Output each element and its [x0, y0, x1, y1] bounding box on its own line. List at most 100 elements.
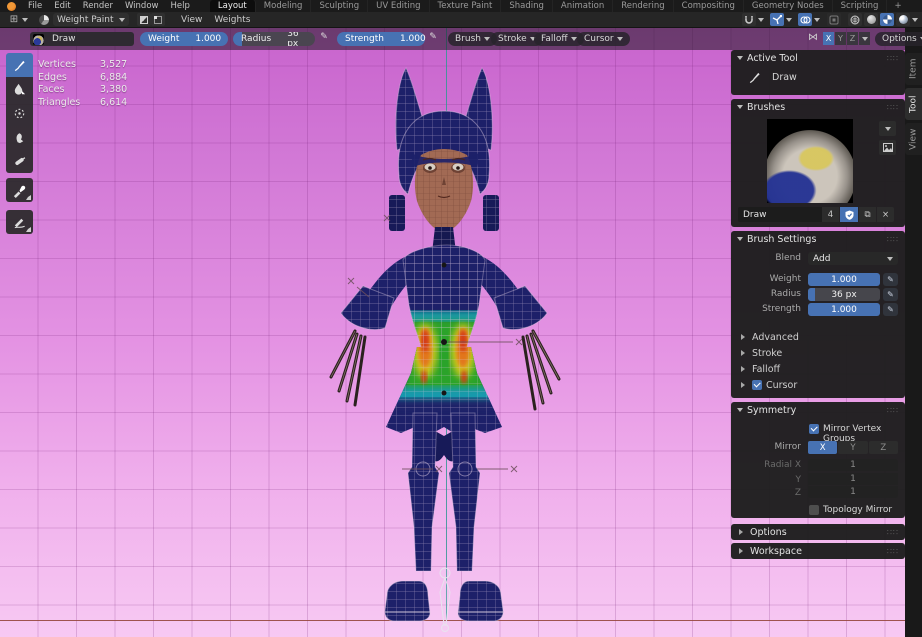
blender-logo-icon[interactable] [7, 2, 16, 11]
radius-slider[interactable]: Radius 36 px [233, 32, 315, 46]
workspace-tab-sculpting[interactable]: Sculpting [311, 0, 368, 12]
brush-user-count[interactable]: 4 [822, 207, 839, 222]
sidebar-tab-view[interactable]: View [905, 123, 922, 155]
symmetry-z-button[interactable]: Z [847, 32, 858, 45]
cursor-popover[interactable]: Cursor [577, 32, 630, 46]
radial-x-value[interactable]: 1 [808, 459, 898, 471]
xray-toggle[interactable] [827, 13, 841, 26]
menu-window[interactable]: Window [119, 1, 165, 11]
workspace-tab-scripting[interactable]: Scripting [833, 0, 888, 12]
sidebar-tab-item[interactable]: Item [905, 53, 922, 85]
panel-strength-slider[interactable]: 1.000 [808, 303, 880, 316]
menu-weights[interactable]: Weights [208, 15, 256, 25]
subsection-cursor[interactable]: Cursor [731, 377, 905, 393]
chevron-down-icon[interactable] [786, 18, 792, 25]
tool-annotate[interactable] [6, 210, 33, 234]
tool-gradient[interactable] [6, 149, 33, 173]
mirror-x-button[interactable]: X [808, 441, 837, 454]
symmetry-x-button[interactable]: X [823, 32, 834, 45]
radius-pressure-toggle[interactable]: ✎ [883, 288, 898, 301]
weight-paint-character-mesh[interactable] [297, 55, 597, 637]
panel-weight-slider[interactable]: 1.000 [808, 273, 880, 286]
subsection-falloff[interactable]: Falloff [731, 361, 905, 377]
radial-z-value[interactable]: 1 [808, 486, 898, 498]
grip-icon[interactable]: ∷∷ [887, 235, 899, 244]
fake-user-shield-button[interactable] [840, 207, 858, 222]
brush-image-button[interactable] [879, 140, 896, 155]
topology-mirror-checkbox[interactable] [809, 505, 819, 515]
armature-bone[interactable] [440, 568, 450, 632]
symmetry-y-button[interactable]: Y [835, 32, 846, 45]
workspace-tab-shading[interactable]: Shading [501, 0, 553, 12]
grip-icon[interactable]: ∷∷ [887, 547, 899, 556]
blend-dropdown[interactable]: Add [808, 252, 898, 265]
panel-options[interactable]: Options ∷∷ [731, 524, 905, 540]
gizmos-toggle[interactable] [770, 13, 784, 26]
grip-icon[interactable]: ∷∷ [887, 103, 899, 112]
menu-help[interactable]: Help [164, 1, 195, 11]
workspace-tab-geometry-nodes[interactable]: Geometry Nodes [744, 0, 833, 12]
chevron-down-icon[interactable] [758, 18, 764, 25]
cursor-checkbox[interactable] [752, 380, 762, 390]
panel-radius-slider[interactable]: 36 px [808, 288, 880, 301]
unlink-brush-button[interactable]: × [877, 207, 894, 222]
tool-average[interactable] [6, 101, 33, 125]
radial-y-value[interactable]: 1 [808, 473, 898, 485]
paint-mask-face-toggle[interactable] [137, 13, 151, 26]
symmetry-dropdown[interactable] [859, 32, 870, 45]
panel-brush-settings-header[interactable]: Brush Settings ∷∷ [731, 231, 905, 247]
options-popover[interactable]: Options [875, 32, 922, 46]
overlays-toggle[interactable] [798, 13, 812, 26]
chevron-down-icon[interactable] [912, 18, 918, 25]
weight-pressure-toggle[interactable]: ✎ [883, 273, 898, 286]
chevron-down-icon[interactable] [814, 18, 820, 25]
brush-name-field[interactable]: Draw [738, 207, 822, 222]
panel-workspace[interactable]: Workspace ∷∷ [731, 543, 905, 559]
shading-material-icon[interactable] [880, 13, 894, 26]
brush-popover[interactable]: Brush [448, 32, 497, 46]
shading-rendered-icon[interactable] [896, 13, 910, 26]
panel-symmetry-header[interactable]: Symmetry ∷∷ [731, 402, 905, 418]
brush-list-dropdown[interactable] [879, 121, 896, 136]
radius-pressure-icon[interactable]: ✎ [317, 32, 331, 42]
brush-preview-image[interactable] [767, 119, 853, 203]
tool-smear[interactable] [6, 125, 33, 149]
snap-magnet-icon[interactable] [742, 13, 756, 26]
editor-type-selector[interactable]: ⊞ [4, 13, 32, 26]
tool-blur[interactable] [6, 77, 33, 101]
workspace-tab-rendering[interactable]: Rendering [613, 0, 673, 12]
mirror-vertex-groups-checkbox[interactable] [809, 424, 819, 434]
subsection-advanced[interactable]: Advanced [731, 329, 905, 345]
workspace-tab-modeling[interactable]: Modeling [256, 0, 312, 12]
mirror-y-button[interactable]: Y [838, 441, 867, 454]
active-brush-selector[interactable]: Draw [30, 32, 134, 46]
strength-slider[interactable]: Strength 1.000 [337, 32, 425, 46]
tool-draw[interactable] [6, 53, 33, 77]
grip-icon[interactable]: ∷∷ [887, 528, 899, 537]
add-workspace-button[interactable]: + [887, 1, 908, 11]
subsection-stroke[interactable]: Stroke [731, 345, 905, 361]
menu-view[interactable]: View [175, 15, 208, 25]
menu-edit[interactable]: Edit [48, 1, 76, 11]
panel-active-tool-header[interactable]: Active Tool ∷∷ [731, 50, 905, 66]
grip-icon[interactable]: ∷∷ [887, 406, 899, 415]
menu-render[interactable]: Render [77, 1, 119, 11]
menu-file[interactable]: File [22, 1, 48, 11]
grip-icon[interactable]: ∷∷ [887, 54, 899, 63]
shading-solid-icon[interactable] [864, 13, 878, 26]
mode-selector[interactable]: Weight Paint [53, 13, 129, 26]
workspace-tab-compositing[interactable]: Compositing [674, 0, 744, 12]
panel-brushes-header[interactable]: Brushes ∷∷ [731, 99, 905, 115]
weight-slider[interactable]: Weight 1.000 [140, 32, 228, 46]
strength-pressure-toggle[interactable]: ✎ [883, 303, 898, 316]
workspace-tab-texture-paint[interactable]: Texture Paint [430, 0, 502, 12]
tool-sample-weight[interactable] [6, 178, 33, 202]
mirror-z-button[interactable]: Z [869, 441, 898, 454]
duplicate-brush-button[interactable]: ⧉ [859, 207, 876, 222]
sidebar-tab-tool[interactable]: Tool [905, 88, 922, 120]
workspace-tab-uv-editing[interactable]: UV Editing [368, 0, 429, 12]
strength-pressure-icon[interactable]: ✎ [426, 32, 440, 42]
paint-mask-vertex-toggle[interactable] [151, 13, 165, 26]
workspace-tab-layout[interactable]: Layout [210, 0, 256, 12]
workspace-tab-animation[interactable]: Animation [553, 0, 613, 12]
